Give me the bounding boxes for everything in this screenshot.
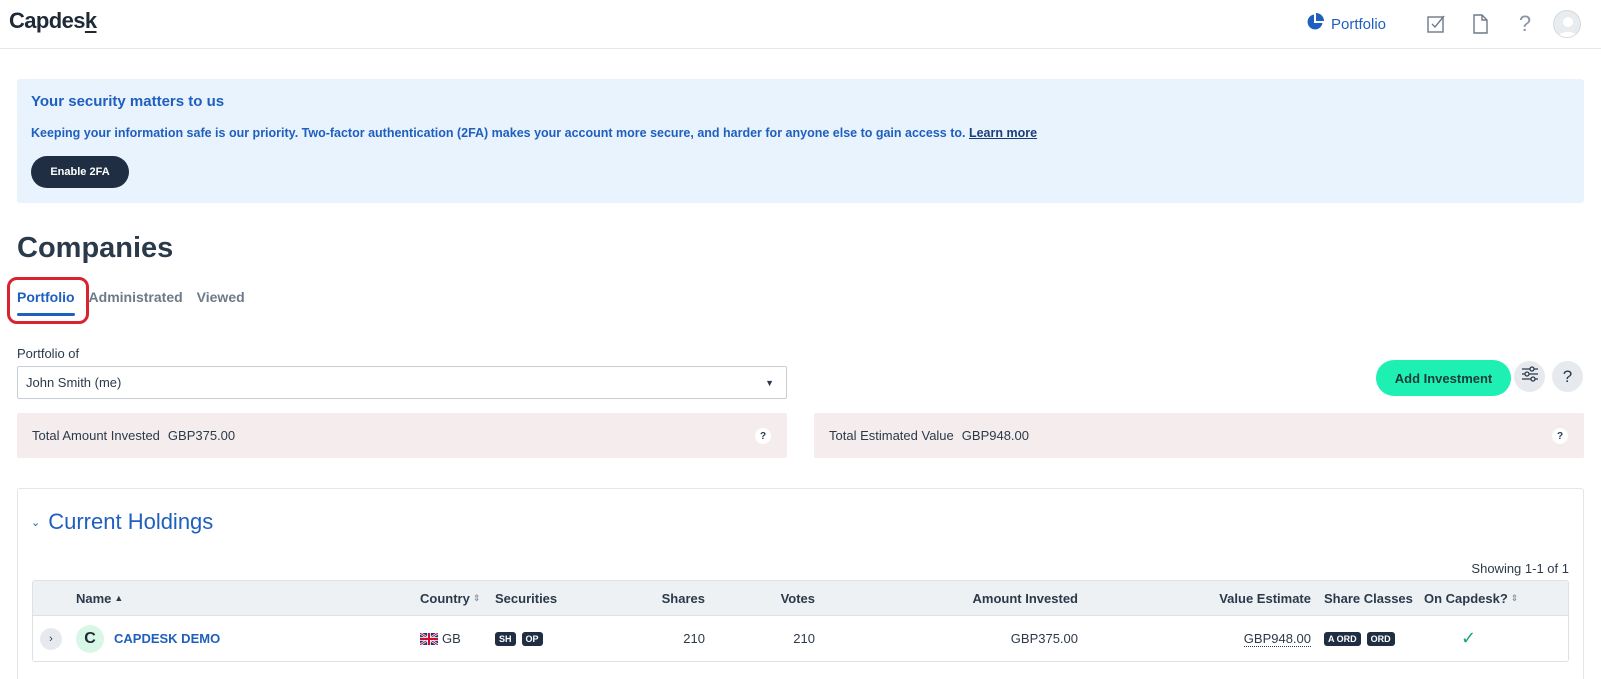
tab-portfolio[interactable]: Portfolio — [17, 289, 75, 316]
learn-more-link[interactable]: Learn more — [969, 126, 1037, 140]
tab-viewed[interactable]: Viewed — [197, 289, 245, 316]
showing-count: Showing 1-1 of 1 — [1471, 561, 1569, 576]
row-securities: SH OP — [495, 616, 549, 661]
col-securities: Securities — [495, 590, 558, 606]
security-banner: Your security matters to us Keeping your… — [17, 79, 1584, 203]
total-estimated-value: GBP948.00 — [961, 428, 1029, 443]
share-class-badge: ORD — [1366, 631, 1395, 646]
holdings-table: Name ▲ Country ⇕ Securities Shares Votes A… — [32, 580, 1569, 662]
table-header: Name ▲ Country ⇕ Securities Shares Votes A… — [33, 581, 1568, 615]
row-value-estimate[interactable]: GBP948.00 — [1243, 631, 1311, 647]
capdesk-logo[interactable]: Capdesk — [9, 8, 97, 34]
total-invested-label: Total Amount Invested — [32, 428, 160, 443]
page-title: Companies — [17, 232, 174, 264]
tasks-checkbox-icon[interactable] — [1424, 12, 1448, 36]
col-shares: Shares — [661, 590, 705, 606]
chevron-down-icon: ⌄ — [31, 516, 41, 529]
tab-administrated[interactable]: Administrated — [89, 289, 183, 316]
security-badge: SH — [495, 631, 516, 646]
sort-asc-icon: ▲ — [114, 593, 124, 603]
current-holdings-panel: ⌄ Current Holdings Showing 1-1 of 1 Name… — [17, 488, 1584, 679]
nav-portfolio-label: Portfolio — [1331, 15, 1387, 33]
row-amount-invested: GBP375.00 — [1010, 631, 1078, 646]
avatar[interactable] — [1553, 10, 1581, 38]
help-icon[interactable]: ? — [1513, 11, 1537, 36]
caret-down-icon: ▼ — [765, 378, 774, 388]
banner-text: Keeping your information safe is our pri… — [31, 126, 1038, 140]
company-name-link[interactable]: CAPDESK DEMO — [114, 631, 220, 646]
total-estimated-card: Total Estimated Value GBP948.00 ? — [814, 413, 1584, 458]
current-holdings-toggle[interactable]: ⌄ Current Holdings — [31, 509, 213, 535]
top-bar: Capdesk Portfolio ? — [0, 0, 1601, 49]
companies-tabs: Portfolio Administrated Viewed — [17, 289, 245, 316]
col-country[interactable]: Country ⇕ — [420, 581, 480, 615]
sliders-icon — [1521, 366, 1539, 387]
row-shares: 210 — [683, 631, 705, 646]
uk-flag-icon — [420, 632, 438, 645]
portfolio-of-select[interactable]: John Smith (me) ▼ — [17, 366, 787, 399]
portfolio-of-label: Portfolio of — [17, 346, 80, 361]
total-estimated-label: Total Estimated Value — [829, 428, 954, 443]
filter-settings-button[interactable] — [1514, 361, 1545, 392]
estimated-help-icon[interactable]: ? — [1552, 428, 1568, 444]
check-icon: ✓ — [1461, 628, 1477, 648]
row-votes: 210 — [793, 631, 815, 646]
invested-help-icon[interactable]: ? — [755, 428, 771, 444]
nav-portfolio-link[interactable]: Portfolio — [1306, 13, 1386, 35]
table-row: › C CAPDESK DEMO GB SH OP 210 210 GBP375… — [33, 615, 1568, 661]
portfolio-help-button[interactable]: ? — [1552, 361, 1583, 392]
pie-chart-icon — [1306, 13, 1324, 35]
sort-icon: ⇕ — [1510, 592, 1519, 603]
row-country: GB — [420, 616, 461, 661]
current-holdings-title: Current Holdings — [48, 509, 214, 534]
company-logo: C — [76, 625, 104, 653]
total-invested-value: GBP375.00 — [167, 428, 236, 443]
share-class-badge: A ORD — [1324, 631, 1361, 646]
col-name[interactable]: Name ▲ — [76, 581, 123, 615]
col-amount-invested: Amount Invested — [972, 590, 1078, 606]
sort-icon: ⇕ — [472, 592, 481, 603]
add-investment-button[interactable]: Add Investment — [1376, 360, 1511, 396]
row-expand-button[interactable]: › — [40, 628, 62, 650]
enable-2fa-button[interactable]: Enable 2FA — [31, 156, 129, 188]
col-on-capdesk[interactable]: On Capdesk? ⇕ — [1424, 581, 1518, 615]
col-share-classes: Share Classes — [1324, 590, 1413, 606]
portfolio-of-value: John Smith (me) — [26, 375, 122, 390]
total-invested-card: Total Amount Invested GBP375.00 ? — [17, 413, 787, 458]
banner-title: Your security matters to us — [31, 93, 225, 110]
row-share-classes: A ORD ORD — [1324, 616, 1401, 661]
security-badge: OP — [521, 631, 543, 646]
col-votes: Votes — [780, 590, 815, 606]
document-icon[interactable] — [1468, 12, 1492, 36]
col-value-estimate: Value Estimate — [1219, 590, 1311, 606]
